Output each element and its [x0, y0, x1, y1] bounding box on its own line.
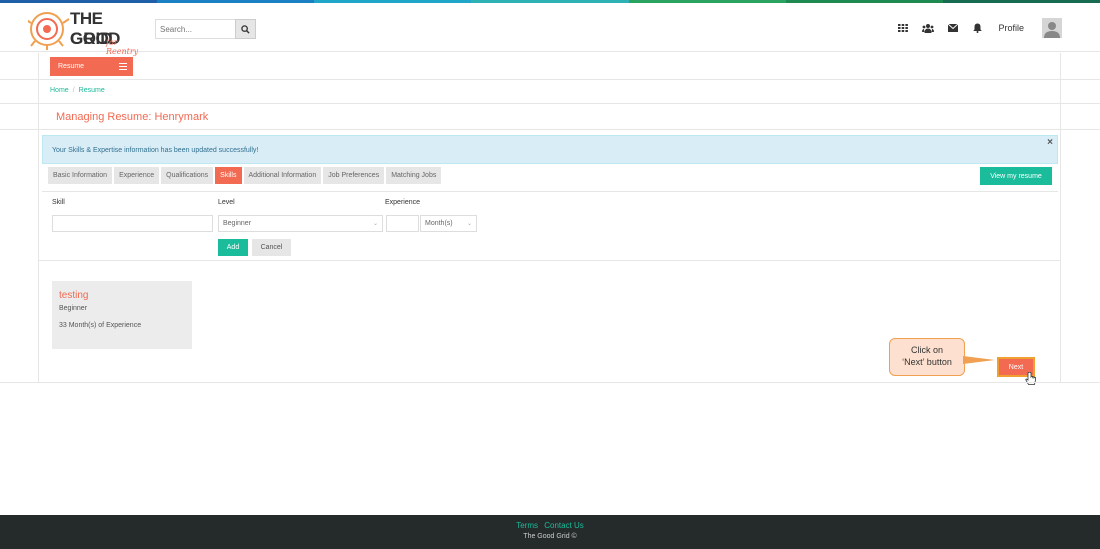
chevron-down-icon: ⌄ [372, 221, 378, 227]
resume-menu-button[interactable]: Resume [50, 57, 133, 76]
header: THE GOOD GRID for Reentry Profile [0, 3, 1100, 56]
grid-icon[interactable] [896, 22, 909, 35]
experience-unit-select[interactable]: Month(s) ⌄ [420, 215, 477, 232]
footer-links: Terms Contact Us [0, 521, 1100, 530]
breadcrumb-current[interactable]: Resume [79, 87, 105, 94]
tab-experience[interactable]: Experience [114, 167, 160, 184]
alert-message: Your Skills & Expertise information has … [52, 147, 259, 154]
header-actions: Profile [896, 18, 1062, 38]
divider [0, 382, 1100, 383]
tab-job-preferences[interactable]: Job Preferences [323, 167, 385, 184]
skill-label: Skill [52, 199, 65, 206]
envelope-icon[interactable] [946, 22, 959, 35]
search-box [155, 19, 256, 39]
skill-experience: 33 Month(s) of Experience [59, 322, 142, 329]
skill-level: Beginner [59, 305, 88, 312]
breadcrumb-separator: / [72, 87, 75, 94]
divider [38, 260, 1061, 261]
skill-name[interactable]: testing [59, 290, 185, 301]
cancel-button[interactable]: Cancel [252, 239, 291, 256]
breadcrumb: Home / Resume [50, 87, 105, 94]
skill-input[interactable] [52, 215, 213, 232]
chevron-down-icon: ⌄ [466, 221, 472, 227]
level-label: Level [218, 199, 235, 206]
tab-qualifications[interactable]: Qualifications [161, 167, 214, 184]
callout-line2: ‘Next’ button [902, 357, 952, 367]
callout-arrow [963, 356, 995, 364]
user-silhouette-icon [1044, 22, 1060, 38]
search-icon [241, 24, 250, 34]
search-button[interactable] [235, 19, 256, 39]
page-title: Managing Resume: Henrymark [56, 111, 209, 123]
tab-basic-information[interactable]: Basic Information [48, 167, 113, 184]
search-input[interactable] [155, 19, 235, 39]
add-button[interactable]: Add [218, 239, 248, 256]
level-select[interactable]: Beginner ⌄ [218, 215, 383, 232]
terms-link[interactable]: Terms [516, 521, 538, 530]
tab-matching-jobs[interactable]: Matching Jobs [386, 167, 442, 184]
nav-row [0, 53, 1100, 80]
profile-link[interactable]: Profile [998, 23, 1024, 33]
copyright: The Good Grid © [523, 533, 577, 540]
tab-skills[interactable]: Skills [215, 167, 242, 184]
close-icon[interactable]: × [1047, 137, 1053, 148]
logo[interactable]: THE GOOD GRID for Reentry [24, 7, 152, 56]
avatar[interactable] [1042, 18, 1062, 38]
hamburger-icon [119, 63, 127, 70]
tutorial-callout: Click on ‘Next’ button [889, 338, 965, 376]
breadcrumb-home[interactable]: Home [50, 87, 69, 94]
breadcrumb-row [0, 80, 1100, 104]
bell-icon[interactable] [971, 22, 984, 35]
users-icon[interactable] [921, 22, 934, 35]
experience-input[interactable] [386, 215, 419, 232]
callout-line1: Click on [910, 345, 943, 355]
experience-unit-value: Month(s) [425, 220, 453, 227]
hand-cursor-icon [1025, 372, 1036, 385]
resume-menu-label: Resume [58, 63, 85, 70]
view-my-resume-button[interactable]: View my resume [980, 167, 1052, 185]
experience-label: Experience [385, 199, 421, 206]
skill-card: testing Beginner 33 Month(s) of Experien… [52, 281, 192, 349]
level-select-value: Beginner [223, 220, 252, 227]
tab-additional-information[interactable]: Additional Information [243, 167, 322, 184]
divider [42, 191, 1058, 192]
resume-tabs: Basic Information Experience Qualificati… [48, 167, 442, 184]
success-alert: Your Skills & Expertise information has … [42, 135, 1058, 164]
footer: Terms Contact Us The Good Grid © [0, 515, 1100, 549]
contact-us-link[interactable]: Contact Us [544, 521, 584, 530]
